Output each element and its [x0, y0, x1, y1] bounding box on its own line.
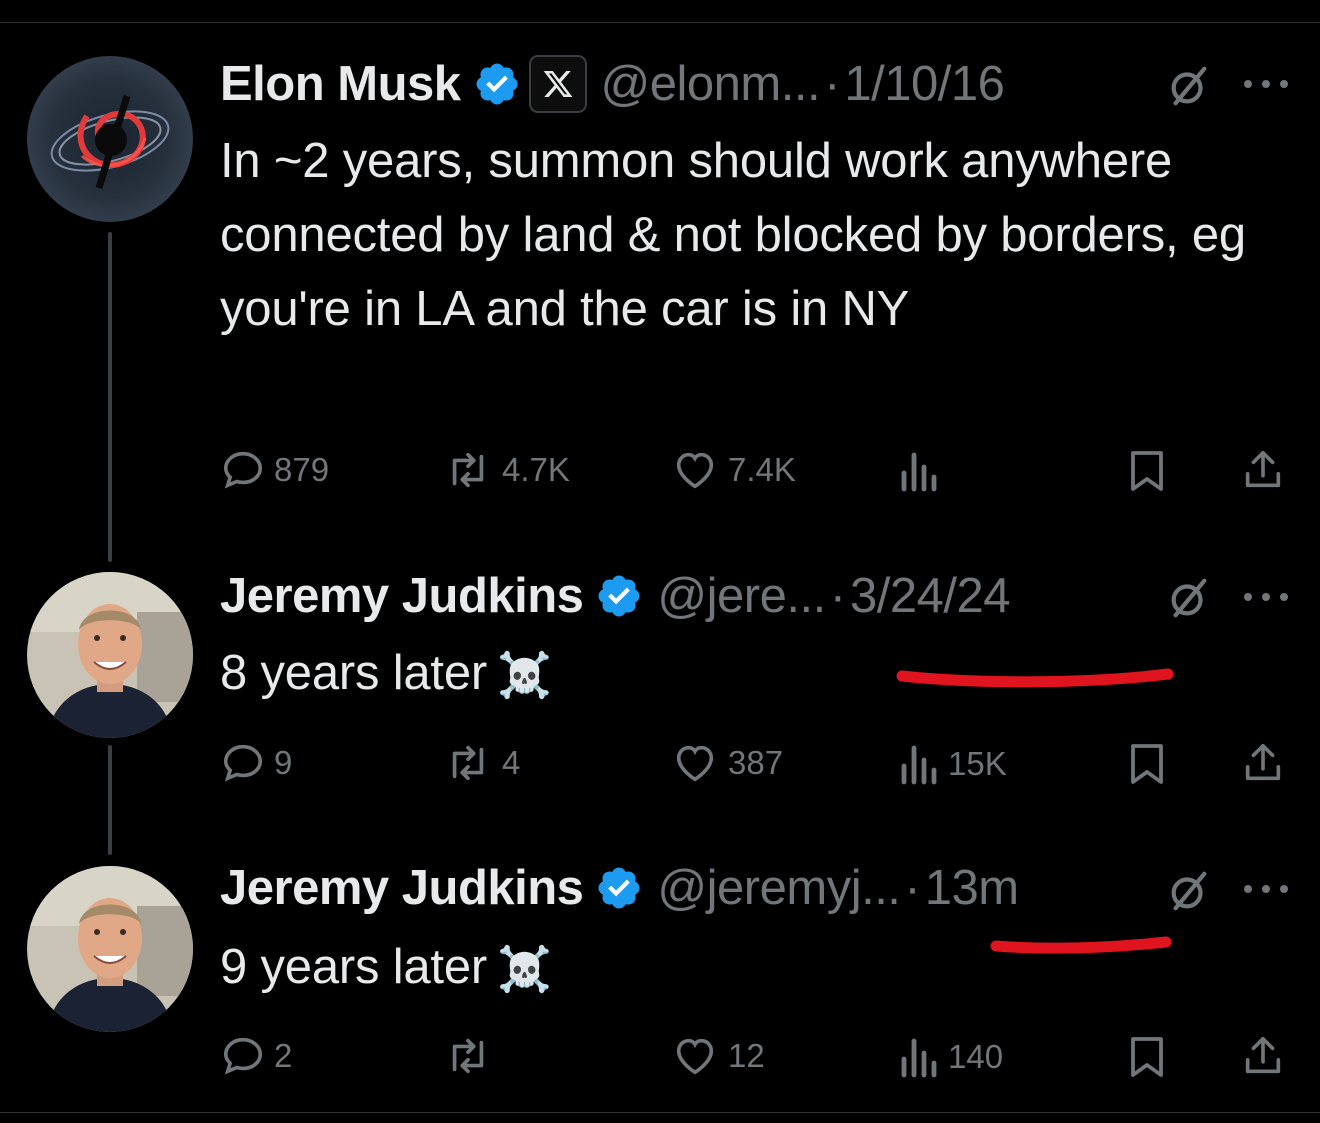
avatar[interactable]	[27, 56, 193, 222]
bottom-divider	[0, 1112, 1320, 1113]
separator-dot: ·	[829, 569, 847, 623]
views-icon	[901, 1038, 937, 1078]
more-icon[interactable]	[1240, 881, 1292, 897]
grok-icon[interactable]	[1166, 575, 1212, 621]
like-icon	[676, 452, 714, 489]
avatar[interactable]	[27, 866, 193, 1032]
like-icon	[676, 745, 714, 782]
x-logo-icon	[528, 55, 587, 113]
repost-icon	[452, 452, 484, 488]
like-button[interactable]: 12	[670, 1033, 765, 1079]
reply-count: 879	[274, 451, 330, 488]
views-button[interactable]	[898, 449, 948, 493]
grok-icon[interactable]	[1166, 868, 1212, 914]
repost-count: 4	[502, 744, 521, 781]
reply-icon	[223, 744, 263, 782]
tweet-header: Elon Musk @elonm... · 1/10/16	[220, 54, 1005, 114]
more-icon[interactable]	[1240, 589, 1292, 605]
repost-count: 4.7K	[502, 451, 570, 488]
author-handle[interactable]: @elonm...	[601, 56, 821, 112]
reply-count: 9	[274, 744, 293, 781]
timestamp[interactable]: 1/10/16	[844, 56, 1005, 112]
repost-button[interactable]: 4.7K	[442, 447, 570, 493]
views-count: 15K	[948, 745, 1007, 782]
profile-photo-icon	[27, 572, 193, 738]
more-icon[interactable]	[1240, 76, 1292, 92]
thread-connector	[108, 232, 112, 562]
tweet-header: Jeremy Judkins @jeremyj... · 13m	[220, 858, 1019, 918]
repost-button[interactable]: 4	[442, 740, 520, 786]
reply-count: 2	[274, 1037, 293, 1074]
author-name[interactable]: Jeremy Judkins	[220, 860, 584, 916]
views-button[interactable]: 15K	[898, 742, 1007, 786]
tweet-text-content: 9 years later	[220, 940, 488, 994]
separator-dot: ·	[824, 57, 841, 111]
like-count: 12	[728, 1037, 765, 1074]
share-icon[interactable]	[1240, 447, 1286, 493]
author-name[interactable]: Jeremy Judkins	[220, 568, 584, 624]
tweet-text: 9 years later ☠️	[220, 930, 1270, 1007]
reply-button[interactable]: 9	[220, 740, 292, 786]
like-count: 7.4K	[728, 451, 796, 488]
author-handle[interactable]: @jere...	[657, 568, 826, 624]
like-icon	[676, 1038, 714, 1075]
verified-badge-icon	[598, 575, 640, 617]
timestamp[interactable]: 13m	[925, 860, 1019, 916]
bookmark-icon[interactable]	[1126, 1034, 1168, 1080]
share-icon[interactable]	[1240, 1033, 1286, 1079]
views-icon	[901, 745, 937, 785]
views-count: 140	[948, 1038, 1004, 1075]
bookmark-icon[interactable]	[1126, 448, 1168, 494]
separator-dot: ·	[904, 861, 921, 915]
timestamp[interactable]: 3/24/24	[850, 568, 1011, 624]
skull-emoji: ☠️	[497, 945, 552, 995]
tweet-text: 8 years later ☠️	[220, 636, 1270, 713]
author-handle[interactable]: @jeremyj...	[657, 860, 901, 916]
tweet-text: In ~2 years, summon should work anywhere…	[220, 134, 1246, 336]
tweet-header: Jeremy Judkins @jere... · 3/24/24	[220, 566, 1011, 626]
like-button[interactable]: 387	[670, 740, 783, 786]
grok-icon[interactable]	[1166, 63, 1212, 109]
reply-button[interactable]: 2	[220, 1033, 292, 1079]
author-name[interactable]: Elon Musk	[220, 56, 461, 112]
repost-button[interactable]	[442, 1033, 502, 1079]
views-icon	[901, 452, 937, 492]
like-count: 387	[728, 744, 784, 781]
profile-photo-icon	[27, 866, 193, 1032]
avatar[interactable]	[27, 572, 193, 738]
reply-icon	[223, 451, 263, 489]
verified-badge-icon	[476, 63, 518, 105]
repost-icon	[452, 1038, 484, 1074]
tweet-text-content: 8 years later	[220, 646, 488, 700]
repost-icon	[452, 745, 484, 781]
like-button[interactable]: 7.4K	[670, 447, 796, 493]
verified-badge-icon	[598, 867, 640, 909]
views-button[interactable]: 140	[898, 1035, 1003, 1079]
top-divider	[0, 22, 1320, 23]
share-icon[interactable]	[1240, 740, 1286, 786]
reply-icon	[223, 1037, 263, 1075]
bookmark-icon[interactable]	[1126, 741, 1168, 787]
skull-emoji: ☠️	[497, 651, 552, 701]
blackhole-avatar-icon	[27, 56, 193, 222]
thread-connector	[108, 745, 112, 855]
reply-button[interactable]: 879	[220, 447, 329, 493]
